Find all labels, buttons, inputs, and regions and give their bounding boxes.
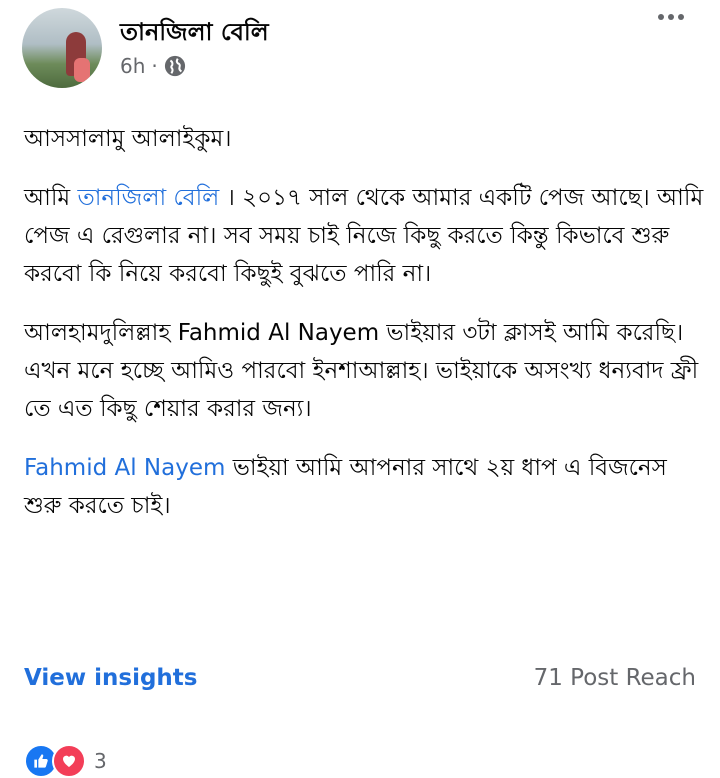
paragraph-2-prefix: আমি bbox=[24, 185, 78, 211]
view-insights-link[interactable]: View insights bbox=[24, 665, 198, 691]
insights-row: View insights 71 Post Reach bbox=[24, 658, 696, 698]
reactions-summary[interactable]: 3 bbox=[24, 744, 107, 778]
post-body: আসসালামু আলাইকুম। আমি তানজিলা বেলি । ২০১… bbox=[24, 120, 704, 546]
post-paragraph-4: Fahmid Al Nayem ভাইয়া আমি আপনার সাথে ২য… bbox=[24, 449, 704, 525]
avatar-child-shape bbox=[74, 58, 90, 82]
heart-icon bbox=[52, 744, 86, 778]
meta-separator: · bbox=[151, 54, 158, 78]
more-options-icon[interactable] bbox=[658, 14, 684, 20]
post-meta: 6h · bbox=[120, 54, 186, 78]
post-time[interactable]: 6h bbox=[120, 54, 145, 78]
post-paragraph-2: আমি তানজিলা বেলি । ২০১৭ সাল থেকে আমার এক… bbox=[24, 179, 704, 293]
avatar[interactable] bbox=[22, 8, 102, 88]
post-paragraph-3: আলহামদুলিল্লাহ Fahmid Al Nayem ভাইয়ার ৩… bbox=[24, 320, 699, 422]
mentioned-user-link[interactable]: Fahmid Al Nayem bbox=[24, 455, 225, 481]
post-paragraph-1: আসসালামু আলাইকুম। bbox=[24, 126, 232, 152]
post-header: তানজিলা বেলি 6h · bbox=[0, 0, 720, 100]
more-dot bbox=[668, 14, 674, 20]
post-reach: 71 Post Reach bbox=[533, 665, 696, 691]
more-dot bbox=[658, 14, 664, 20]
more-dot bbox=[678, 14, 684, 20]
tagged-user-link[interactable]: তানজিলা বেলি bbox=[78, 185, 220, 211]
globe-icon[interactable] bbox=[164, 55, 186, 77]
reaction-count: 3 bbox=[94, 749, 107, 773]
author-name[interactable]: তানজিলা বেলি bbox=[120, 14, 269, 54]
